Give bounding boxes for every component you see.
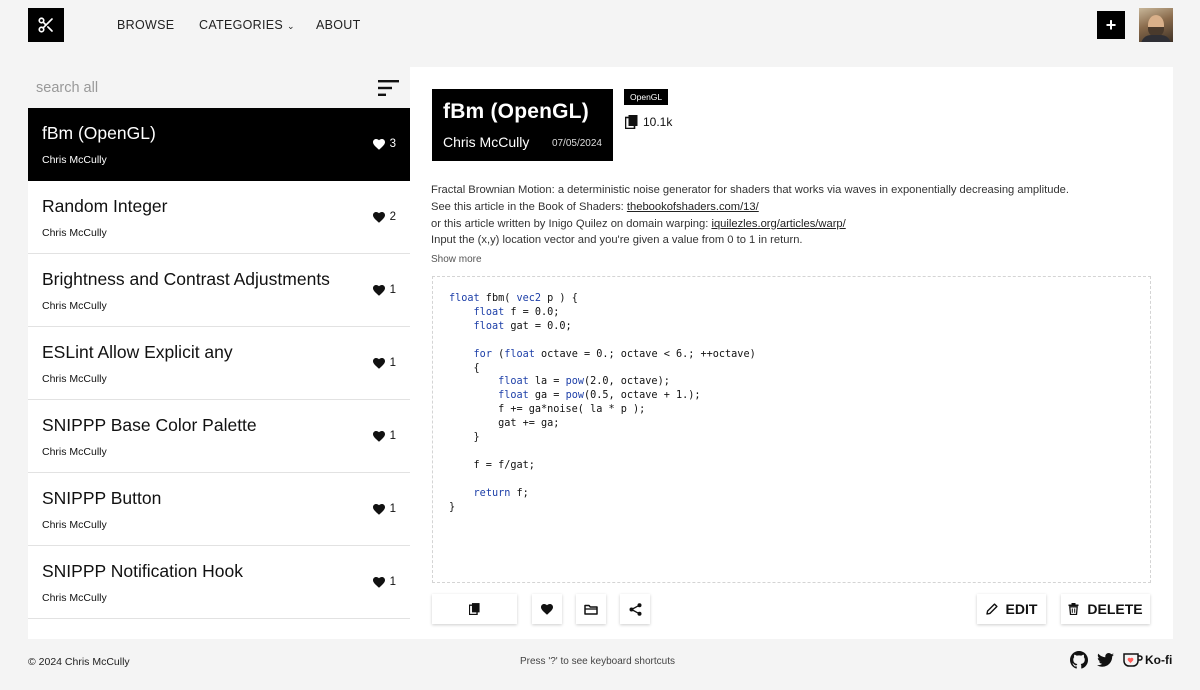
like-count: 1	[389, 576, 396, 588]
copy-count: 10.1k	[625, 115, 672, 129]
item-author: Chris McCully	[42, 446, 107, 458]
logo-scissors-icon[interactable]	[28, 8, 64, 42]
heart-icon	[372, 430, 385, 442]
heart-icon	[372, 503, 385, 515]
like-count: 1	[389, 430, 396, 442]
like-count: 1	[389, 284, 396, 296]
share-icon	[629, 602, 641, 616]
list-item[interactable]: ESLint Allow Explicit any Chris McCully …	[28, 327, 410, 400]
twitter-icon[interactable]	[1097, 653, 1114, 667]
list-item[interactable]: SNIPPP Base Color Palette Chris McCully …	[28, 400, 410, 473]
item-likes: 1	[372, 503, 396, 515]
like-count: 1	[389, 357, 396, 369]
like-count: 3	[389, 138, 396, 150]
list-item[interactable]: SNIPPP Button Chris McCully 1	[28, 473, 410, 546]
item-likes: 1	[372, 284, 396, 296]
item-author: Chris McCully	[42, 519, 107, 531]
iquilezles-link[interactable]: iquilezles.org/articles/warp/	[711, 218, 845, 230]
snippet-title-card: fBm (OpenGL) Chris McCully 07/05/2024	[432, 89, 613, 161]
item-author: Chris McCully	[42, 373, 107, 385]
heart-icon	[541, 603, 553, 615]
heart-icon	[372, 138, 385, 150]
book-of-shaders-link[interactable]: thebookofshaders.com/13/	[627, 201, 759, 213]
add-snippet-button[interactable]: +	[1097, 11, 1125, 39]
item-likes: 1	[372, 430, 396, 442]
snippet-description: Fractal Brownian Motion: a deterministic…	[431, 182, 1069, 249]
snippet-author: Chris McCully	[443, 134, 530, 150]
list-item[interactable]: Random Integer Chris McCully 2	[28, 181, 410, 254]
description-line: See this article in the Book of Shaders:…	[431, 200, 759, 213]
list-item[interactable]: fBm (OpenGL) Chris McCully 3	[28, 108, 410, 181]
kofi-label: Ko-fi	[1145, 653, 1173, 667]
description-line: Fractal Brownian Motion: a deterministic…	[431, 184, 1070, 196]
avatar[interactable]	[1139, 8, 1173, 42]
item-title: ESLint Allow Explicit any	[42, 342, 233, 362]
like-button[interactable]	[532, 594, 562, 624]
delete-button[interactable]: DELETE	[1061, 594, 1150, 624]
kofi-link[interactable]: Ko-fi	[1123, 653, 1172, 667]
folder-icon	[584, 604, 598, 615]
item-title: Random Integer	[42, 196, 168, 216]
list-item[interactable]: Brightness and Contrast Adjustments Chri…	[28, 254, 410, 327]
list-item[interactable]: SNIPPP Notification Hook Chris McCully 1	[28, 546, 410, 619]
item-title: SNIPPP Notification Hook	[42, 561, 244, 581]
heart-icon	[372, 576, 385, 588]
github-icon[interactable]	[1070, 651, 1088, 669]
share-button[interactable]	[620, 594, 650, 624]
copy-button[interactable]	[432, 594, 517, 624]
description-line: Input the (x,y) location vector and you'…	[431, 234, 803, 247]
trash-icon	[1068, 603, 1079, 615]
copy-icon	[469, 603, 480, 615]
code-content: float fbm( vec2 p ) { float f = 0.0; flo…	[449, 293, 756, 513]
edit-button[interactable]: EDIT	[977, 594, 1046, 624]
item-title: SNIPPP Base Color Palette	[42, 415, 257, 435]
heart-icon	[372, 357, 385, 369]
item-title: Brightness and Contrast Adjustments	[42, 269, 330, 289]
item-likes: 1	[372, 576, 396, 588]
show-more-link[interactable]: Show more	[431, 254, 482, 265]
item-likes: 3	[372, 138, 396, 150]
search-input[interactable]	[28, 67, 366, 108]
nav-categories-label: CATEGORIES	[199, 18, 284, 32]
snippet-date: 07/05/2024	[551, 138, 602, 149]
copy-count-value: 10.1k	[643, 115, 673, 129]
item-likes: 1	[372, 357, 396, 369]
chevron-down-icon: ⌄	[287, 21, 295, 31]
item-author: Chris McCully	[42, 154, 107, 166]
description-line: or this article written by Inigo Quilez …	[431, 217, 846, 230]
item-author: Chris McCully	[42, 227, 107, 239]
item-author: Chris McCully	[42, 300, 107, 312]
main-panel: fBm (OpenGL) Chris McCully 3 Random Inte…	[28, 67, 1173, 639]
plus-icon: +	[1105, 14, 1117, 35]
snippet-list: fBm (OpenGL) Chris McCully 3 Random Inte…	[28, 108, 410, 639]
like-count: 2	[389, 211, 396, 223]
delete-label: DELETE	[1087, 601, 1143, 617]
item-author: Chris McCully	[42, 592, 107, 604]
heart-icon	[372, 284, 385, 296]
footer-copyright: © 2024 Chris McCully	[28, 656, 130, 668]
footer-social-links: Ko-fi	[1070, 651, 1172, 669]
pencil-icon	[985, 603, 998, 615]
like-count: 1	[389, 503, 396, 515]
code-block[interactable]: float fbm( vec2 p ) { float f = 0.0; flo…	[432, 276, 1151, 583]
item-title: SNIPPP Button	[42, 488, 162, 508]
snippet-title: fBm (OpenGL)	[443, 100, 589, 123]
item-likes: 2	[372, 211, 396, 223]
keyboard-shortcuts-hint: Press '?' to see keyboard shortcuts	[520, 656, 676, 667]
item-title: fBm (OpenGL)	[42, 123, 156, 143]
edit-label: EDIT	[1005, 601, 1038, 617]
kofi-cup-icon	[1123, 653, 1143, 667]
add-to-folder-button[interactable]	[576, 594, 606, 624]
heart-icon	[372, 211, 385, 223]
copy-icon	[625, 115, 638, 129]
nav-categories[interactable]: CATEGORIES ⌄	[199, 18, 295, 32]
nav-browse[interactable]: BROWSE	[117, 18, 174, 32]
search-bar	[28, 67, 410, 108]
nav-about[interactable]: ABOUT	[316, 18, 361, 32]
sort-icon[interactable]	[378, 79, 400, 97]
category-tag[interactable]: OpenGL	[624, 89, 669, 105]
